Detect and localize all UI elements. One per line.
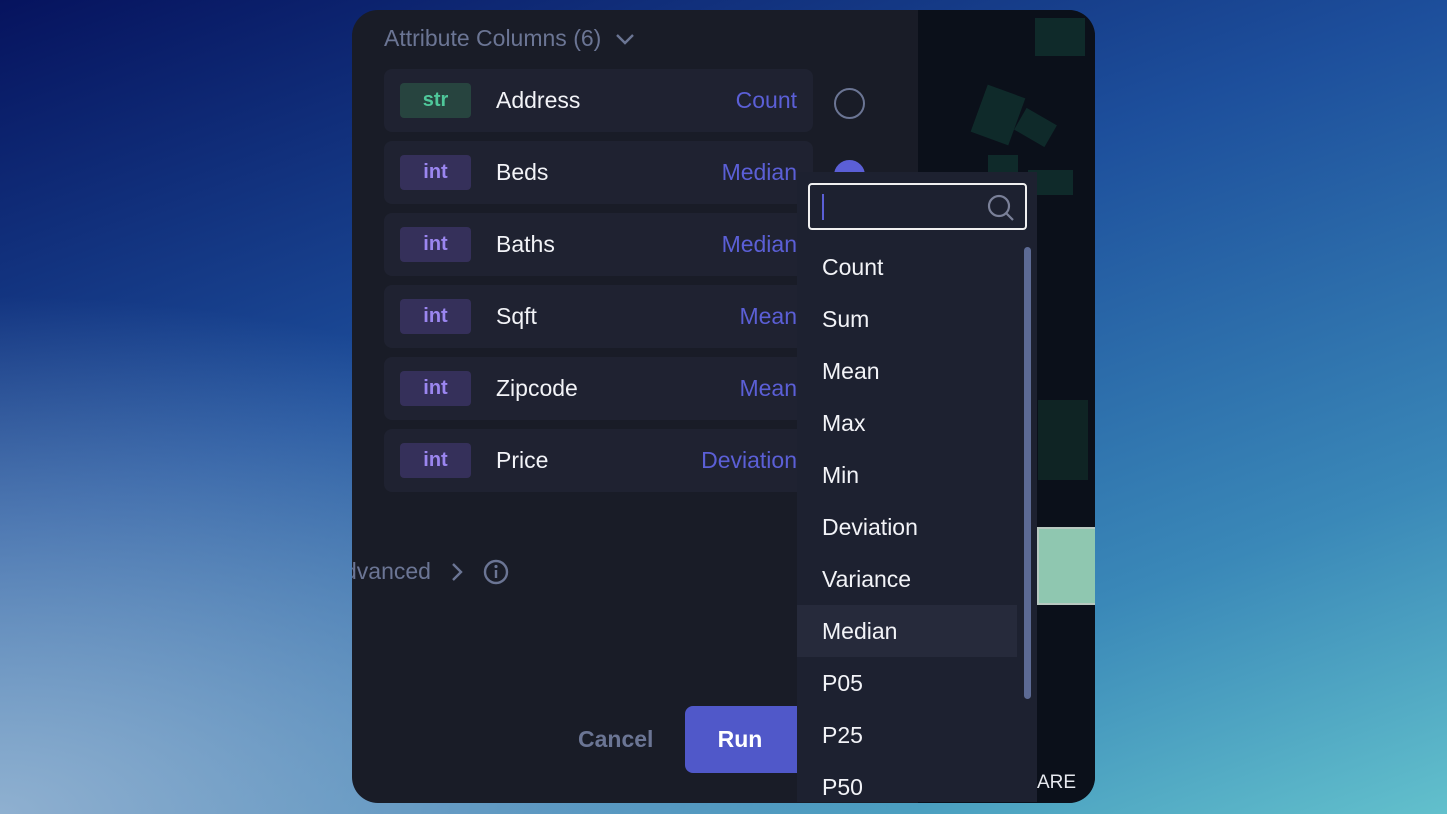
type-badge: int — [400, 443, 471, 478]
column-row: int Price Deviation — [384, 429, 813, 492]
aggregation-select[interactable]: Count — [736, 87, 797, 114]
search-icon — [987, 194, 1014, 221]
option-deviation[interactable]: Deviation — [797, 501, 1017, 553]
type-badge: int — [400, 371, 471, 406]
column-name: Zipcode — [496, 375, 578, 401]
attribute-columns-toggle[interactable]: Attribute Columns (6) — [384, 25, 635, 52]
column-row: int Zipcode Mean — [384, 357, 813, 420]
type-badge: int — [400, 155, 471, 190]
column-row: int Sqft Mean — [384, 285, 813, 348]
column-radio[interactable] — [834, 88, 865, 119]
option-p05[interactable]: P05 — [797, 657, 1017, 709]
option-sum[interactable]: Sum — [797, 293, 1017, 345]
column-name: Sqft — [496, 303, 537, 329]
option-p50[interactable]: P50 — [797, 761, 1017, 802]
option-max[interactable]: Max — [797, 397, 1017, 449]
column-name: Beds — [496, 159, 549, 185]
column-row: int Baths Median — [384, 213, 813, 276]
column-row: int Beds Median — [384, 141, 813, 204]
scrollbar[interactable] — [1024, 247, 1031, 699]
info-icon[interactable] — [483, 559, 509, 585]
column-name: Address — [496, 87, 581, 113]
option-min[interactable]: Min — [797, 449, 1017, 501]
type-badge: int — [400, 227, 471, 262]
advanced-toggle[interactable]: dvanced — [352, 558, 509, 585]
search-input[interactable] — [808, 183, 1027, 230]
text-caret — [822, 194, 824, 220]
aggregation-select[interactable]: Median — [722, 159, 797, 186]
column-name: Price — [496, 447, 549, 473]
type-badge: str — [400, 83, 471, 118]
chevron-right-icon — [452, 562, 463, 581]
advanced-label: dvanced — [352, 558, 431, 584]
aggregation-select[interactable]: Median — [722, 231, 797, 258]
cancel-button[interactable]: Cancel — [578, 726, 653, 753]
column-name: Baths — [496, 231, 555, 257]
option-count[interactable]: Count — [797, 241, 1017, 293]
aggregation-select[interactable]: Mean — [739, 375, 797, 402]
option-mean[interactable]: Mean — [797, 345, 1017, 397]
chevron-down-icon — [616, 33, 635, 45]
column-row: str Address Count — [384, 69, 813, 132]
option-p25[interactable]: P25 — [797, 709, 1017, 761]
aggregation-dropdown: Count Sum Mean Max Min Deviation Variance Media… — [797, 172, 1037, 802]
aggregation-select[interactable]: Deviation — [701, 447, 797, 474]
run-button[interactable]: Run — [685, 706, 815, 773]
type-badge: int — [400, 299, 471, 334]
option-variance[interactable]: Variance — [797, 553, 1017, 605]
map-label: ARE — [1037, 772, 1077, 793]
aggregation-select[interactable]: Mean — [739, 303, 797, 330]
map-region — [1037, 527, 1095, 605]
section-title: Attribute Columns (6) — [384, 25, 602, 51]
option-median[interactable]: Median — [797, 605, 1017, 657]
